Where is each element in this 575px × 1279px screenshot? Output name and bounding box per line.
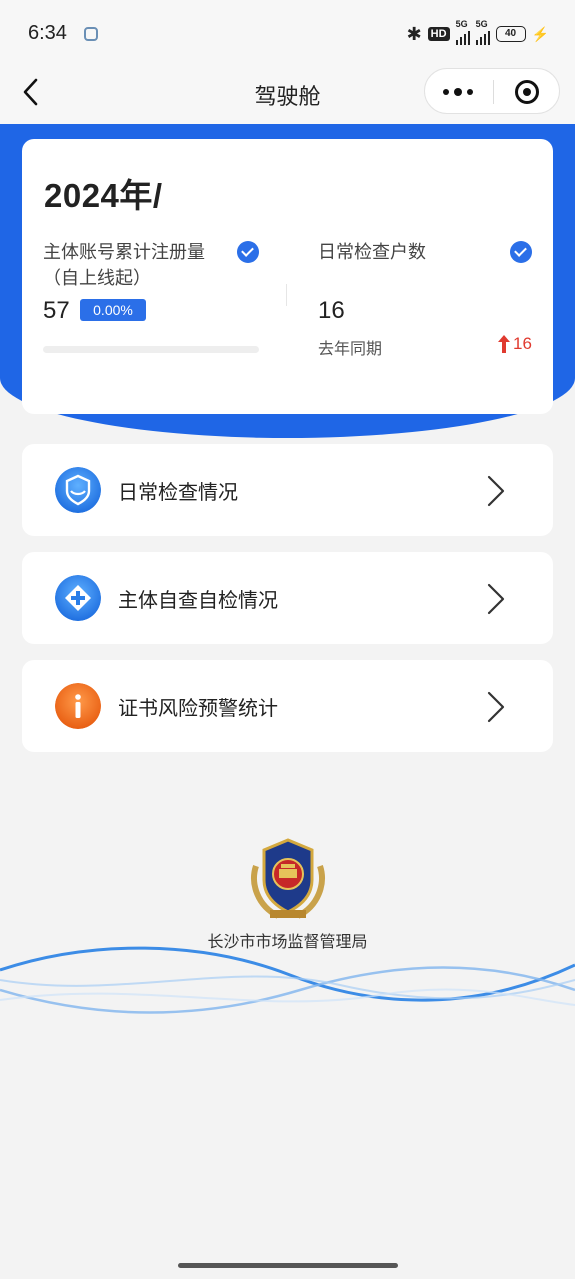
status-time: 6:34 [28, 22, 67, 44]
check-icon [510, 241, 532, 263]
check-icon [237, 241, 259, 263]
trend-up-icon [498, 335, 510, 353]
signal-icon: 5G [475, 19, 490, 45]
mini-program-capsule [424, 68, 560, 114]
capsule-divider [493, 80, 494, 104]
inspections-label: 日常检查户数 [318, 242, 426, 263]
market-regulation-emblem-icon [251, 838, 325, 919]
registered-label: 主体账号累计注册量（自上线起） [43, 242, 205, 289]
more-icon[interactable] [443, 82, 477, 102]
nav-bar: 驾驶舱 [0, 62, 575, 124]
status-bar: 6:34 ✱ HD 5G 5G 40 ⚡ [0, 0, 575, 62]
year-label: 2024年/ [44, 177, 163, 214]
plus-diamond-icon [55, 575, 101, 621]
inspections-value: 16 [318, 297, 345, 324]
info-icon [55, 683, 101, 729]
rate-badge: 0.00% [80, 299, 146, 321]
chevron-right-icon [487, 691, 505, 723]
chevron-right-icon [487, 475, 505, 507]
close-target-icon[interactable] [515, 80, 539, 104]
signal-icon: 5G [455, 19, 470, 45]
stats-card: 2024年/ 主体账号累计注册量（自上线起） 57 0.00% 日常检查户数 1… [22, 139, 553, 414]
battery-icon: 40 [495, 26, 526, 42]
menu-item-certificate-risk[interactable]: 证书风险预警统计 [22, 660, 553, 752]
compare-value: 16 [513, 334, 532, 353]
charging-icon: ⚡ [531, 25, 549, 42]
registered-progress-bar [43, 346, 259, 353]
stats-divider [286, 284, 287, 306]
hd-badge: HD [427, 27, 450, 41]
bluetooth-icon: ✱ [406, 23, 422, 44]
menu-item-label: 日常检查情况 [118, 480, 238, 504]
home-indicator[interactable] [178, 1263, 398, 1268]
app-notification-icon [84, 27, 98, 41]
menu-item-self-inspection[interactable]: 主体自查自检情况 [22, 552, 553, 644]
menu-item-daily-inspection[interactable]: 日常检查情况 [22, 444, 553, 536]
registered-value: 57 [43, 297, 70, 324]
menu-item-label: 证书风险预警统计 [118, 696, 278, 720]
chevron-right-icon [487, 583, 505, 615]
menu-item-label: 主体自查自检情况 [118, 588, 278, 612]
shield-icon [55, 467, 101, 513]
compare-label: 去年同期 [318, 339, 383, 358]
status-icons: ✱ HD 5G 5G 40 ⚡ [406, 19, 549, 45]
decorative-waves [0, 946, 575, 1014]
